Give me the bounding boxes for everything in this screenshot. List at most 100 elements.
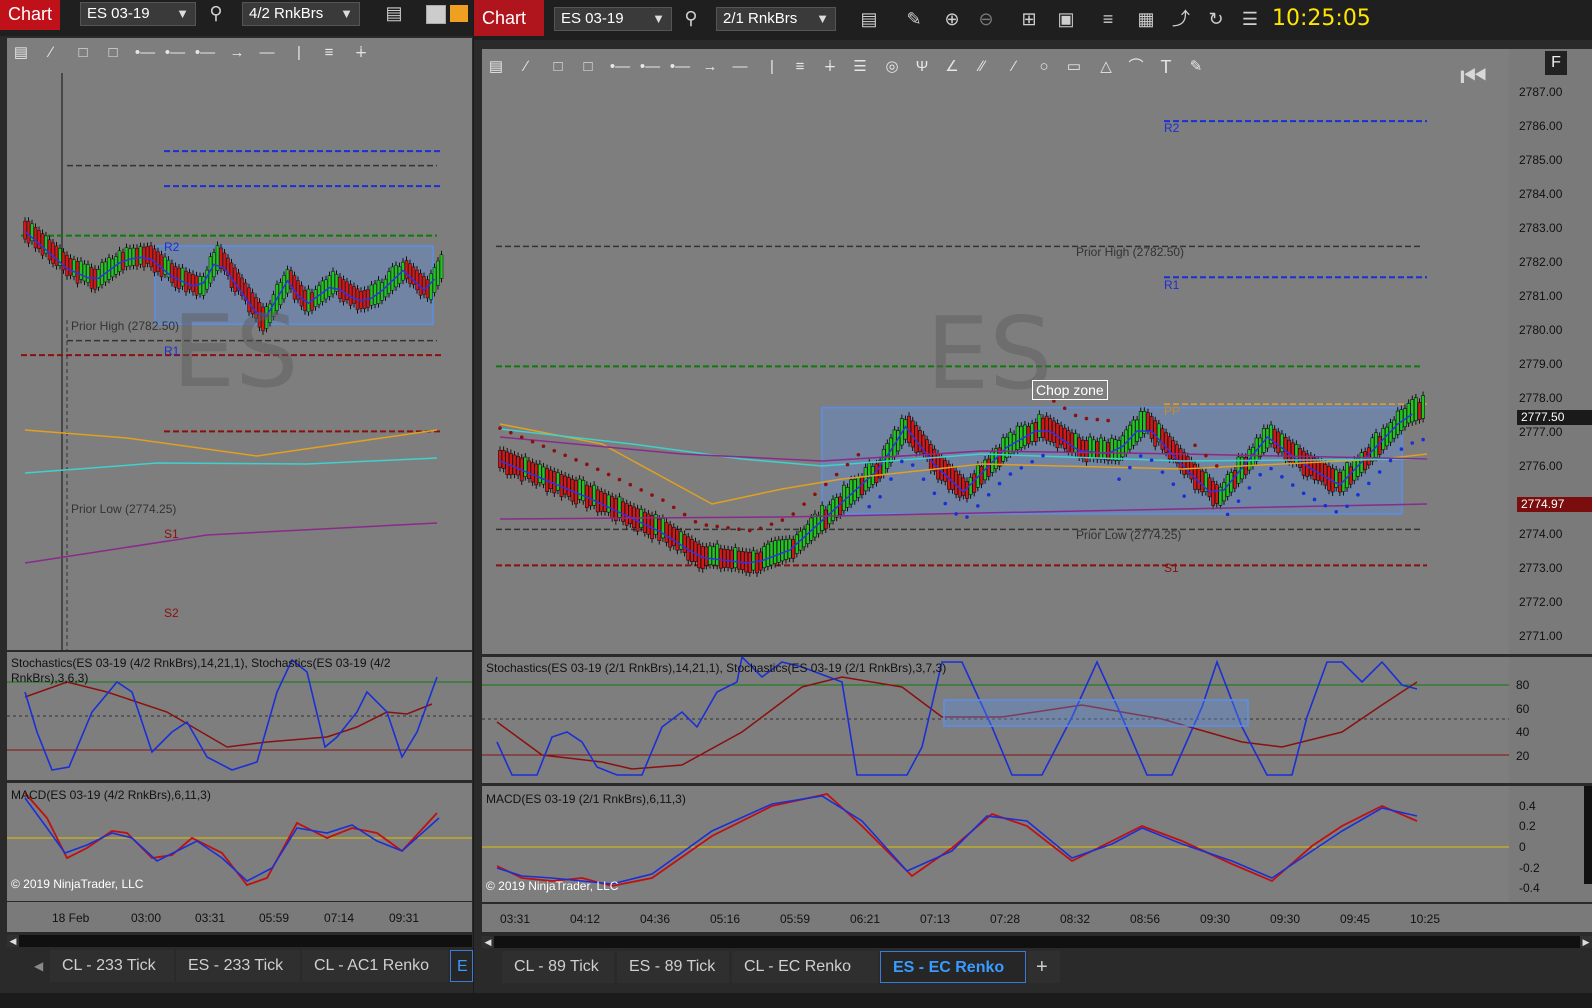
trailing-stop-dot xyxy=(1247,486,1252,490)
candle-body xyxy=(671,526,676,547)
trailing-stop-dot xyxy=(498,426,502,430)
right-stochastics-panel[interactable]: Stochastics(ES 03-19 (2/1 RnkBrs),14,21,… xyxy=(482,657,1509,783)
zoom-in-icon[interactable]: ⊕ xyxy=(940,8,964,30)
tab-cl-233-tick[interactable]: CL - 233 Tick xyxy=(50,950,174,982)
left-stochastics-panel[interactable]: Stochastics(ES 03-19 (4/2 RnkBrs),14,21,… xyxy=(7,652,472,780)
right-price-panel[interactable]: ▤ ∕ □ □ •— •— •— → — | ≡ ∔ ☰ ◎ Ψ ∠ ∕∕ ∕ … xyxy=(482,49,1509,654)
maximize-icon[interactable] xyxy=(426,5,446,24)
trailing-stop-dot xyxy=(780,518,785,522)
candle-body xyxy=(740,551,745,571)
search-icon[interactable]: ⚲ xyxy=(204,2,228,24)
candle-body xyxy=(603,493,607,512)
candle-body xyxy=(1421,395,1426,419)
tab-es-233-tick[interactable]: ES - 233 Tick xyxy=(176,950,300,982)
scroll-left-icon[interactable]: ◀ xyxy=(482,936,494,948)
left-horizontal-scrollbar[interactable]: ◀ xyxy=(7,935,472,947)
candle-body xyxy=(1319,461,1324,482)
trailing-stop-dot xyxy=(1388,458,1393,463)
left-macd-panel[interactable]: MACD(ES 03-19 (4/2 RnkBrs),6,11,3) © 201… xyxy=(7,783,472,901)
left-r2-label: R2 xyxy=(164,240,180,254)
strategy-icon[interactable]: ▦ xyxy=(1134,8,1158,30)
chop-zone-label[interactable]: Chop zone xyxy=(1032,380,1108,400)
tab-cl-ac1-renko[interactable]: CL - AC1 Renko xyxy=(302,950,448,982)
candle-body xyxy=(1019,425,1024,448)
candle-body xyxy=(170,263,174,283)
candle-body xyxy=(93,268,97,290)
crosshair-icon[interactable]: ⊞ xyxy=(1017,8,1041,30)
candle-body xyxy=(422,276,426,295)
right-price-axis[interactable]: F 2787.00 2786.00 2785.00 2784.00 2783.00 278… xyxy=(1509,49,1592,654)
candle-body xyxy=(1417,402,1422,420)
candle-body xyxy=(737,550,741,570)
zoom-out-icon[interactable]: ⊖ xyxy=(974,8,998,30)
tab-scroll-left-icon[interactable]: ◀ xyxy=(34,950,48,982)
macd-axis-scroll-thumb[interactable] xyxy=(1584,786,1592,884)
tab-es-ec-renko[interactable]: ES - EC Renko xyxy=(880,951,1026,983)
candle-body xyxy=(215,245,220,271)
search-icon[interactable]: ⚲ xyxy=(679,7,703,29)
candle-body xyxy=(184,270,188,293)
candle-body xyxy=(79,260,83,280)
indicator-icon[interactable]: ≡ xyxy=(1096,8,1120,30)
candle-body xyxy=(33,227,38,249)
pencil-icon[interactable]: ✎ xyxy=(902,8,926,30)
bars-icon[interactable]: ▤ xyxy=(857,8,881,30)
drawing-icon[interactable]: ⤴ xyxy=(1169,8,1193,30)
right-bar-type-selector[interactable]: 2/1 RnkBrs ▼ xyxy=(716,7,836,31)
bars-icon[interactable]: ▤ xyxy=(382,2,406,24)
candle-body xyxy=(23,220,27,240)
candle-body xyxy=(675,529,680,551)
right-chart-menu-button[interactable]: Chart xyxy=(474,0,544,36)
tab-es-89-tick[interactable]: ES - 89 Tick xyxy=(617,951,729,983)
left-chart-menu-button[interactable]: Chart xyxy=(0,0,60,30)
stoch-axis-label: 80 xyxy=(1516,678,1530,692)
candle-body xyxy=(100,262,104,285)
tab-cl-ec-renko[interactable]: CL - EC Renko xyxy=(732,951,878,983)
candle-body xyxy=(918,429,922,453)
candle-body xyxy=(624,503,629,526)
candle-body xyxy=(523,456,528,477)
trailing-stop-dot xyxy=(552,448,557,453)
candle-body xyxy=(1211,481,1216,506)
scroll-right-icon[interactable]: ▶ xyxy=(1580,936,1592,948)
right-pp-label: PP xyxy=(1164,404,1181,418)
candle-body xyxy=(1287,439,1292,462)
candle-body xyxy=(849,479,854,505)
add-tab-button[interactable]: + xyxy=(1028,951,1060,983)
candle-body xyxy=(156,251,160,272)
trailing-stop-dot xyxy=(1356,493,1360,497)
left-bar-type-selector[interactable]: 4/2 RnkBrs ▼ xyxy=(242,2,360,26)
candle-body xyxy=(1276,431,1281,454)
trailing-stop-dot xyxy=(910,463,915,467)
trailing-stop-dot xyxy=(1225,512,1230,517)
candle-body xyxy=(581,480,586,502)
right-macd-panel[interactable]: MACD(ES 03-19 (2/1 RnkBrs),6,11,3) © 201… xyxy=(482,786,1509,902)
trailing-stop-dot xyxy=(693,519,698,524)
candle-body xyxy=(107,257,111,280)
right-time-label: 10:25 xyxy=(1410,912,1441,926)
corner-label[interactable]: F xyxy=(1545,51,1567,75)
left-r1-label: R1 xyxy=(164,344,180,358)
right-time-axis[interactable]: 03:31 04:12 04:36 05:16 05:59 06:21 07:13 07:28… xyxy=(482,904,1592,932)
left-time-axis[interactable]: 18 Feb 03:00 03:31 05:59 07:14 09:31 xyxy=(7,902,472,932)
trailing-stop-dot xyxy=(541,444,546,449)
reload-icon[interactable]: ↻ xyxy=(1204,8,1228,30)
right-instrument-selector[interactable]: ES 03-19 ▼ xyxy=(554,7,672,31)
data-box-icon[interactable]: ▣ xyxy=(1054,8,1078,30)
candle-body xyxy=(668,524,673,548)
candle-body xyxy=(37,230,41,249)
price-axis-label: 2782.00 xyxy=(1519,255,1563,269)
candle-body xyxy=(404,260,409,280)
left-instrument-selector[interactable]: ES 03-19 ▼ xyxy=(80,2,196,26)
candle-body xyxy=(338,276,342,299)
orange-square-icon[interactable] xyxy=(450,5,468,22)
scroll-left-icon[interactable]: ◀ xyxy=(7,935,19,947)
left-chart-window: Chart ES 03-19 ▼ ⚲ 4/2 RnkBrs ▼ ▤ ▤ ∕ □ … xyxy=(0,0,473,993)
tab-cl-89-tick[interactable]: CL - 89 Tick xyxy=(502,951,614,983)
right-horizontal-scrollbar[interactable]: ◀ ▶ xyxy=(482,936,1592,948)
properties-icon[interactable]: ☰ xyxy=(1238,8,1262,30)
left-time-label: 18 Feb xyxy=(52,911,90,925)
macd-axis-label: 0.4 xyxy=(1519,799,1536,813)
left-price-panel[interactable]: ▤ ∕ □ □ •— •— •— → — | ≡ ∔ ES R2 Prior H… xyxy=(7,38,472,650)
tab-es-truncated[interactable]: E xyxy=(450,950,473,982)
